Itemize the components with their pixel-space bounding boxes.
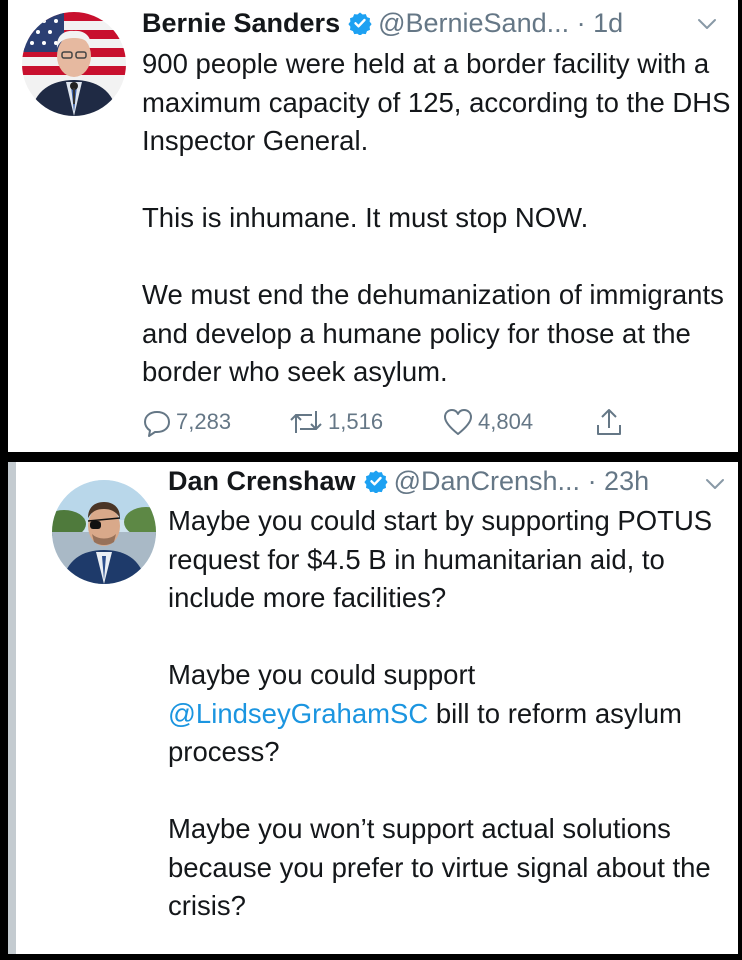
chevron-down-icon[interactable] [696, 16, 718, 32]
timestamp[interactable]: · 1d [577, 8, 624, 38]
display-name[interactable]: Bernie Sanders [142, 8, 340, 38]
tweet-text: 900 people were held at a border facilit… [142, 45, 732, 430]
retweet-icon [290, 411, 322, 433]
retweet-button[interactable]: 1,516 [288, 404, 383, 440]
reply-icon [144, 411, 170, 437]
tweet-header: Dan Crenshaw @DanCrensh... · 23h [168, 464, 649, 498]
tweet-paragraph: We must end the dehumanization of immigr… [142, 279, 724, 387]
reply-tweet-card[interactable]: Dan Crenshaw @DanCrensh... · 23h Maybe yo… [8, 462, 738, 954]
like-button[interactable]: 4,804 [442, 404, 533, 440]
retweet-count: 1,516 [328, 409, 384, 434]
avatar[interactable] [22, 12, 126, 116]
tweet-paragraph: Maybe you could start by supporting POTU… [168, 505, 713, 613]
display-name[interactable]: Dan Crenshaw [168, 466, 356, 496]
chevron-down-icon[interactable] [704, 476, 726, 492]
mention-link[interactable]: @LindseyGrahamSC [168, 698, 428, 729]
paragraph-text: Maybe you could support [168, 659, 476, 690]
share-icon [597, 409, 621, 435]
tweet-paragraph: Maybe you could support @LindseyGrahamSC… [168, 656, 734, 772]
tweet-header: Bernie Sanders @BernieSand... · 1d [142, 6, 623, 40]
like-icon [444, 409, 472, 435]
tweet-paragraph: 900 people were held at a border facilit… [142, 48, 731, 156]
share-button[interactable] [594, 404, 624, 440]
reply-count: 7,283 [176, 409, 232, 434]
timestamp[interactable]: · 23h [588, 466, 650, 496]
tweet-text: Maybe you could start by supporting POTU… [168, 502, 734, 954]
like-count: 4,804 [478, 409, 534, 434]
reply-button[interactable]: 7,283 [142, 404, 231, 440]
tweet-paragraph: This is inhumane. It must stop NOW. [142, 202, 589, 233]
tweet-actions: 7,283 1,516 4,804 [142, 404, 702, 440]
tweet-paragraph: Maybe you won’t support actual solutions… [168, 813, 711, 921]
thread-line [8, 462, 16, 954]
verified-badge-icon [348, 12, 372, 35]
tweet-card[interactable]: Bernie Sanders @BernieSand... · 1d 900 pe… [8, 0, 738, 452]
user-handle[interactable]: @BernieSand... [378, 8, 569, 38]
avatar[interactable] [52, 480, 156, 584]
user-handle[interactable]: @DanCrensh... [394, 466, 580, 496]
verified-badge-icon [363, 470, 388, 493]
